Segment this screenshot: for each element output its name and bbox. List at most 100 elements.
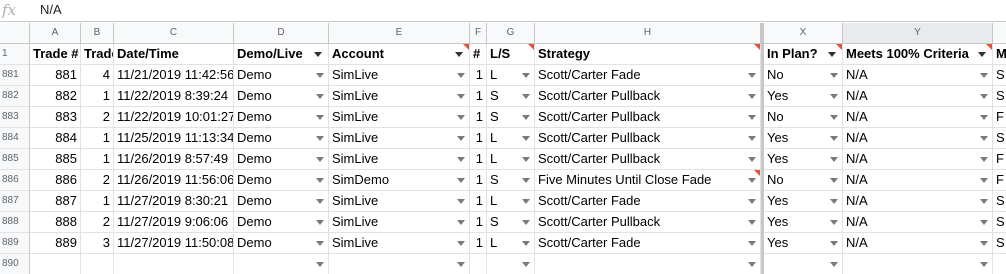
- dropdown-arrow-icon[interactable]: [457, 241, 465, 246]
- column-header-6[interactable]: #: [470, 44, 487, 65]
- cell-a[interactable]: 886: [30, 170, 81, 191]
- cell-z[interactable]: F: [993, 107, 1006, 128]
- cell-e[interactable]: [329, 254, 470, 274]
- cell-d[interactable]: [234, 254, 329, 274]
- cell-d[interactable]: Demo: [234, 149, 329, 170]
- column-header-8[interactable]: Strategy: [535, 44, 761, 65]
- row-number[interactable]: 886: [0, 170, 30, 191]
- column-letter-d[interactable]: D: [234, 23, 329, 44]
- dropdown-arrow-icon[interactable]: [748, 94, 756, 99]
- dropdown-arrow-icon[interactable]: [522, 178, 530, 183]
- dropdown-arrow-icon[interactable]: [830, 94, 838, 99]
- cell-d[interactable]: Demo: [234, 65, 329, 86]
- cell-e[interactable]: SimLive: [329, 86, 470, 107]
- formula-bar[interactable]: fx N/A: [0, 0, 1006, 22]
- cell-h[interactable]: Scott/Carter Pullback: [535, 107, 761, 128]
- cell-g[interactable]: S: [487, 86, 535, 107]
- column-letter-c[interactable]: C: [114, 23, 234, 44]
- cell-e[interactable]: SimLive: [329, 149, 470, 170]
- cell-e[interactable]: SimLive: [329, 65, 470, 86]
- cell-a[interactable]: 882: [30, 86, 81, 107]
- cell-b[interactable]: 1: [81, 149, 114, 170]
- cell-c[interactable]: 11/25/2019 11:13:34: [114, 128, 234, 149]
- cell-e[interactable]: SimLive: [329, 212, 470, 233]
- cell-a[interactable]: 884: [30, 128, 81, 149]
- cell-y[interactable]: N/A: [843, 107, 993, 128]
- dropdown-arrow-icon[interactable]: [316, 262, 324, 267]
- dropdown-arrow-icon[interactable]: [316, 220, 324, 225]
- cell-g[interactable]: L: [487, 65, 535, 86]
- dropdown-arrow-icon[interactable]: [830, 157, 838, 162]
- cell-y[interactable]: N/A: [843, 170, 993, 191]
- cell-e[interactable]: SimLive: [329, 107, 470, 128]
- dropdown-arrow-icon[interactable]: [316, 241, 324, 246]
- cell-y[interactable]: N/A: [843, 65, 993, 86]
- row-number[interactable]: 887: [0, 191, 30, 212]
- filter-arrow-icon[interactable]: [978, 52, 986, 57]
- cell-z[interactable]: S: [993, 233, 1006, 254]
- cell-b[interactable]: [81, 254, 114, 274]
- dropdown-arrow-icon[interactable]: [748, 73, 756, 78]
- dropdown-arrow-icon[interactable]: [316, 199, 324, 204]
- cell-b[interactable]: 1: [81, 128, 114, 149]
- cell-x[interactable]: Yes: [764, 128, 843, 149]
- cell-z[interactable]: S: [993, 212, 1006, 233]
- dropdown-arrow-icon[interactable]: [980, 178, 988, 183]
- cell-d[interactable]: Demo: [234, 107, 329, 128]
- cell-g[interactable]: [487, 254, 535, 274]
- dropdown-arrow-icon[interactable]: [830, 220, 838, 225]
- cell-z[interactable]: [993, 254, 1006, 274]
- dropdown-arrow-icon[interactable]: [457, 157, 465, 162]
- cell-c[interactable]: [114, 254, 234, 274]
- column-letter-a[interactable]: A: [30, 23, 81, 44]
- cell-h[interactable]: Scott/Carter Pullback: [535, 128, 761, 149]
- column-header-5[interactable]: Account: [329, 44, 470, 65]
- cell-a[interactable]: 887: [30, 191, 81, 212]
- row-number[interactable]: 890: [0, 254, 30, 274]
- dropdown-arrow-icon[interactable]: [748, 199, 756, 204]
- cell-g[interactable]: S: [487, 170, 535, 191]
- dropdown-arrow-icon[interactable]: [522, 241, 530, 246]
- dropdown-arrow-icon[interactable]: [457, 136, 465, 141]
- cell-f[interactable]: 1: [470, 149, 487, 170]
- column-header-9[interactable]: In Plan?: [764, 44, 843, 65]
- column-letter-corner[interactable]: [0, 23, 30, 44]
- dropdown-arrow-icon[interactable]: [748, 241, 756, 246]
- dropdown-arrow-icon[interactable]: [522, 136, 530, 141]
- cell-x[interactable]: Yes: [764, 212, 843, 233]
- dropdown-arrow-icon[interactable]: [748, 178, 756, 183]
- dropdown-arrow-icon[interactable]: [316, 178, 324, 183]
- filter-arrow-icon[interactable]: [455, 52, 463, 57]
- dropdown-arrow-icon[interactable]: [830, 115, 838, 120]
- column-letter-b[interactable]: B: [81, 23, 114, 44]
- cell-c[interactable]: 11/21/2019 11:42:56: [114, 65, 234, 86]
- cell-g[interactable]: S: [487, 107, 535, 128]
- dropdown-arrow-icon[interactable]: [316, 136, 324, 141]
- cell-x[interactable]: No: [764, 170, 843, 191]
- cell-y[interactable]: [843, 254, 993, 274]
- cell-f[interactable]: 1: [470, 65, 487, 86]
- row-number[interactable]: 882: [0, 86, 30, 107]
- cell-f[interactable]: 1: [470, 212, 487, 233]
- cell-y[interactable]: N/A: [843, 149, 993, 170]
- dropdown-arrow-icon[interactable]: [457, 178, 465, 183]
- cell-x[interactable]: No: [764, 65, 843, 86]
- cell-f[interactable]: 1: [470, 191, 487, 212]
- cell-d[interactable]: Demo: [234, 170, 329, 191]
- dropdown-arrow-icon[interactable]: [830, 199, 838, 204]
- cell-d[interactable]: Demo: [234, 233, 329, 254]
- cell-e[interactable]: SimLive: [329, 191, 470, 212]
- dropdown-arrow-icon[interactable]: [980, 220, 988, 225]
- cell-f[interactable]: 1: [470, 233, 487, 254]
- column-letter-e[interactable]: E: [329, 23, 470, 44]
- dropdown-arrow-icon[interactable]: [457, 73, 465, 78]
- dropdown-arrow-icon[interactable]: [316, 157, 324, 162]
- cell-x[interactable]: Yes: [764, 233, 843, 254]
- cell-y[interactable]: N/A: [843, 212, 993, 233]
- cell-h[interactable]: Five Minutes Until Close Fade: [535, 170, 761, 191]
- cell-f[interactable]: 1: [470, 107, 487, 128]
- dropdown-arrow-icon[interactable]: [522, 157, 530, 162]
- cell-x[interactable]: Yes: [764, 191, 843, 212]
- cell-g[interactable]: L: [487, 128, 535, 149]
- cell-c[interactable]: 11/22/2019 8:39:24: [114, 86, 234, 107]
